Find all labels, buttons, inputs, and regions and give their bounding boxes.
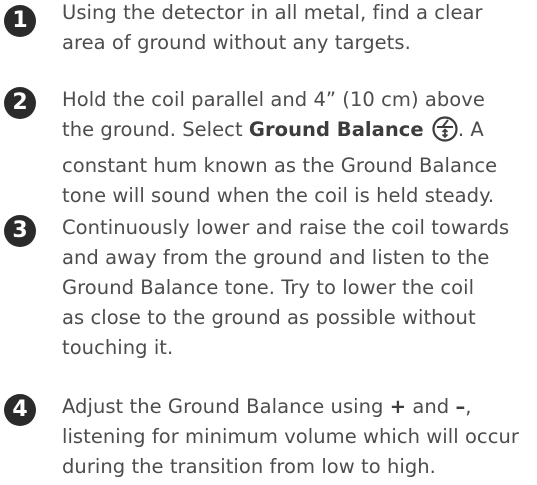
step-3-line-2: and away from the ground and listen to t… [62, 246, 490, 269]
step-4-line-2: listening for minimum volume which will … [62, 425, 519, 448]
step-2-line-3: constant hum known as the Ground Balance [62, 154, 498, 177]
step-2-line-1: Hold the coil parallel and 4” (10 cm) ab… [62, 88, 485, 111]
step-text: Continuously lower and raise the coil to… [62, 213, 537, 363]
step-4-line-1: Adjust the Ground Balance using + and –, [62, 392, 537, 422]
step-3-line-4: as close to the ground as possible witho… [62, 306, 476, 329]
step-2-line-2: the ground. Select Ground Balance . A [62, 115, 537, 151]
step-1-line-2: area of ground without any targets. [62, 31, 411, 54]
step-2-line-4: tone will sound when the coil is held st… [62, 184, 495, 207]
ground-balance-label: Ground Balance [248, 118, 424, 141]
step-number-badge: 4 [4, 394, 36, 426]
step-3-line-3: Ground Balance tone. Try to lower the co… [62, 276, 475, 299]
step-4-text: and [406, 395, 456, 418]
instructions-page: 1 Using the detector in all metal, find … [0, 0, 537, 485]
step-text: Using the detector in all metal, find a … [62, 0, 537, 58]
step-2-text: . A [457, 118, 484, 141]
step-3-line-1: Continuously lower and raise the coil to… [62, 216, 510, 239]
plus-symbol: + [389, 395, 407, 418]
step-4-text: , [465, 395, 472, 418]
ground-balance-icon [432, 116, 458, 151]
step-2-text: the ground. Select [62, 118, 249, 141]
step-number-badge: 1 [4, 5, 36, 37]
step-1-line-1: Using the detector in all metal, find a … [62, 1, 483, 24]
minus-symbol: – [455, 395, 466, 418]
step-text: Hold the coil parallel and 4” (10 cm) ab… [62, 85, 537, 211]
step-number-badge: 2 [4, 87, 36, 119]
step-4-line-3: during the transition from low to high. [62, 455, 436, 478]
step-text: Adjust the Ground Balance using + and –,… [62, 392, 537, 482]
step-3-line-5: touching it. [62, 336, 174, 359]
step-4-text: Adjust the Ground Balance using [62, 395, 390, 418]
step-number-badge: 3 [4, 215, 36, 247]
